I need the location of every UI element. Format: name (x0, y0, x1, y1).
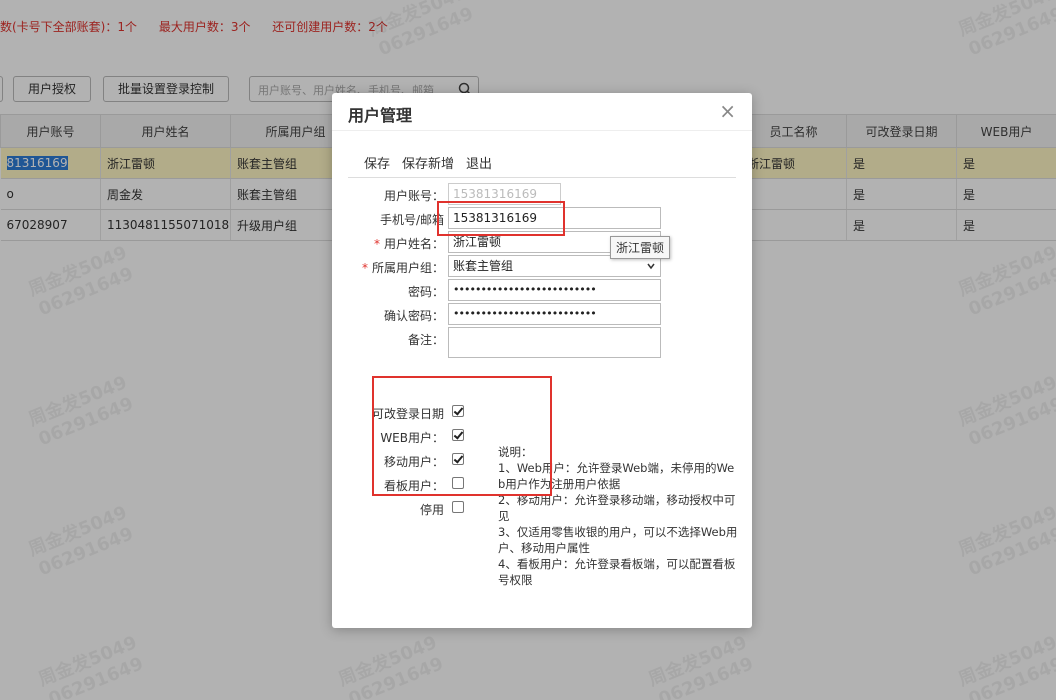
disable-checkbox[interactable] (452, 501, 464, 513)
confirm-row: 确认密码： •••••••••••••••••••••••••• (332, 303, 752, 327)
checkbox-row-mobile-user: 移动用户： (332, 451, 472, 469)
confirm-password-field[interactable]: •••••••••••••••••••••••••• (448, 303, 661, 325)
title-divider (332, 130, 752, 131)
note-title: 说明： (498, 445, 533, 459)
name-tooltip: 浙江雷顿 (610, 236, 671, 259)
remark-label: 备注： (407, 333, 444, 347)
chevron-down-icon (647, 263, 655, 270)
remark-textarea[interactable] (448, 327, 661, 358)
checkbox-label: 可改登录日期 (371, 407, 444, 421)
checkbox-row-edit-login-date: 可改登录日期 (332, 403, 472, 421)
dialog-title: 用户管理 (348, 106, 413, 125)
note-line: 1、Web用户：允许登录Web端，未停用的Web用户作为注册用户依据 (498, 461, 735, 491)
name-label-text: 用户姓名： (383, 237, 444, 251)
phone-label: 手机号/邮箱 (379, 213, 444, 227)
required-mark: * (373, 237, 380, 251)
user-management-dialog: 用户管理 × 保存 保存新增 退出 用户账号： 15381316169 手机号/… (332, 93, 752, 628)
save-button[interactable]: 保存 (364, 153, 390, 172)
exit-button[interactable]: 退出 (466, 153, 492, 172)
web-user-checkbox[interactable] (452, 429, 464, 441)
name-row: * 用户姓名： 浙江雷顿 (332, 231, 752, 255)
dialog-actions: 保存 保存新增 退出 (364, 153, 504, 172)
phone-row: 手机号/邮箱 15381316169 (332, 207, 752, 231)
checkbox-label: WEB用户： (380, 431, 444, 445)
note-line: 3、仅适用零售收银的用户，可以不选择Web用户、移动用户属性 (498, 525, 738, 555)
checkbox-row-board-user: 看板用户： (332, 475, 472, 493)
mobile-user-checkbox[interactable] (452, 453, 464, 465)
required-mark: * (361, 261, 368, 275)
phone-email-field[interactable]: 15381316169 (448, 207, 661, 229)
checkbox-label: 看板用户： (383, 479, 444, 493)
group-label-text: 所属用户组： (371, 261, 444, 275)
save-and-new-button[interactable]: 保存新增 (402, 153, 454, 172)
account-label: 用户账号： (383, 189, 444, 203)
checkbox-row-web-user: WEB用户： (332, 427, 472, 445)
description-note: 说明： 1、Web用户：允许登录Web端，未停用的Web用户作为注册用户依据 2… (498, 444, 738, 588)
group-row: * 所属用户组： 账套主管组 (332, 255, 752, 279)
remark-row: 备注： (332, 327, 752, 358)
note-line: 2、移动用户：允许登录移动端，移动授权中可见 (498, 493, 736, 523)
account-field: 15381316169 (448, 183, 561, 205)
checkbox-row-disable: 停用 (332, 499, 472, 517)
board-user-checkbox[interactable] (452, 477, 464, 489)
password-field[interactable]: •••••••••••••••••••••••••• (448, 279, 661, 301)
close-icon[interactable]: × (719, 101, 736, 121)
actions-divider (348, 177, 736, 178)
note-line: 4、看板用户：允许登录看板端，可以配置看板号权限 (498, 557, 736, 587)
confirm-password-label: 确认密码： (383, 309, 444, 323)
user-group-value: 账套主管组 (453, 259, 514, 273)
name-label: * 用户姓名： (374, 235, 444, 252)
checkbox-label: 停用 (419, 503, 444, 517)
checkbox-label: 移动用户： (383, 455, 444, 469)
password-row: 密码： •••••••••••••••••••••••••• (332, 279, 752, 303)
password-label: 密码： (407, 285, 444, 299)
account-row: 用户账号： 15381316169 (332, 183, 752, 207)
edit-login-date-checkbox[interactable] (452, 405, 464, 417)
group-label: * 所属用户组： (362, 259, 444, 276)
